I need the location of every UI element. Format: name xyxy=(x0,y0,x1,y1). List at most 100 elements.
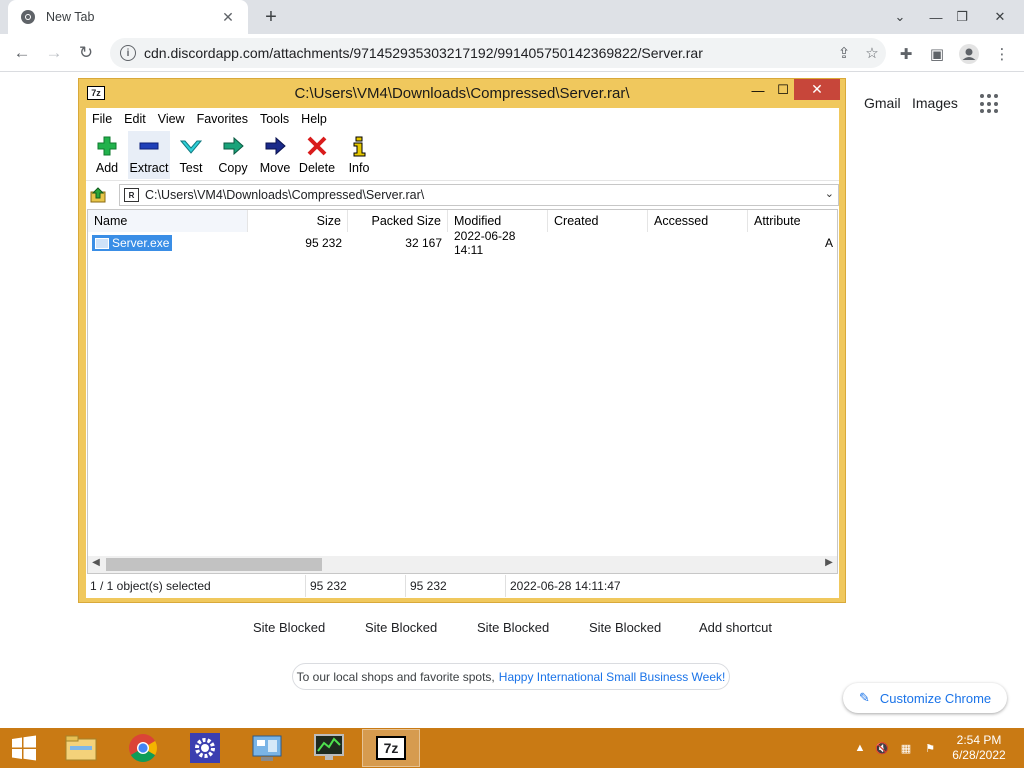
task-manager-taskbar-button[interactable] xyxy=(300,729,358,767)
file-modified: 2022-06-28 14:11 xyxy=(454,229,516,257)
close-window-button[interactable]: ✕ xyxy=(984,0,1016,34)
folder-icon xyxy=(65,735,97,761)
chrome-icon xyxy=(129,734,157,762)
site-info-icon[interactable]: i xyxy=(120,45,136,61)
file-created xyxy=(548,233,648,253)
promo-link[interactable]: Happy International Small Business Week! xyxy=(499,670,726,684)
minus-icon xyxy=(138,135,160,157)
info-button[interactable]: Info xyxy=(338,131,380,179)
file-size: 95 232 xyxy=(305,236,342,250)
tab-title: New Tab xyxy=(46,10,95,24)
scroll-left-icon[interactable]: ◀ xyxy=(88,557,104,568)
move-arrow-icon xyxy=(264,135,286,157)
sevenzip-statusbar: 1 / 1 object(s) selected 95 232 95 232 2… xyxy=(86,575,839,597)
shortcut-tile[interactable]: Site Blocked xyxy=(477,620,549,635)
column-size[interactable]: Size xyxy=(248,210,348,232)
clock-time: 2:54 PM xyxy=(956,733,1002,747)
sevenzip-file-list: Name Size Packed Size Modified Created A… xyxy=(87,209,838,574)
network-icon[interactable]: ▦ xyxy=(898,740,914,756)
menu-favorites[interactable]: Favorites xyxy=(191,112,254,126)
address-bar[interactable]: i cdn.discordapp.com/attachments/9714529… xyxy=(110,38,886,68)
restore-window-button[interactable]: ❐ xyxy=(946,0,978,34)
start-button[interactable] xyxy=(0,729,48,767)
add-shortcut-button[interactable]: Add shortcut xyxy=(699,620,772,635)
shortcut-tile[interactable]: Site Blocked xyxy=(589,620,661,635)
menu-edit[interactable]: Edit xyxy=(118,112,152,126)
copy-button[interactable]: Copy xyxy=(212,131,254,179)
promo-banner: To our local shops and favorite spots, H… xyxy=(292,663,730,690)
images-link[interactable]: Images xyxy=(912,95,958,111)
menu-view[interactable]: View xyxy=(152,112,191,126)
column-name[interactable]: Name xyxy=(88,210,248,232)
sevenzip-titlebar[interactable]: 7z C:\Users\VM4\Downloads\Compressed\Ser… xyxy=(79,79,845,109)
close-tab-icon[interactable]: ✕ xyxy=(220,9,236,25)
sevenzip-toolbar: Add Extract Test Copy Move Delete Info xyxy=(86,129,839,181)
file-row[interactable]: Server.exe 95 232 32 167 2022-06-28 14:1… xyxy=(88,229,837,257)
back-button[interactable]: ← xyxy=(8,39,36,67)
sevenzip-minimize-button[interactable]: — xyxy=(744,79,772,101)
windows-logo-icon xyxy=(12,735,36,761)
action-center-flag-icon[interactable]: ⚑ xyxy=(922,740,938,756)
shortcut-tile[interactable]: Site Blocked xyxy=(365,620,437,635)
file-attribute: A xyxy=(824,236,833,250)
horizontal-scrollbar[interactable]: ◀ ▶ xyxy=(88,556,837,573)
move-label: Move xyxy=(259,161,291,175)
file-name: Server.exe xyxy=(112,236,170,250)
customize-chrome-label: Customize Chrome xyxy=(879,690,992,706)
test-label: Test xyxy=(179,161,203,175)
plus-icon xyxy=(96,135,118,157)
browser-toolbar: ← → ↻ i cdn.discordapp.com/attachments/9… xyxy=(0,34,1024,72)
show-hidden-icons-icon[interactable]: ▲ xyxy=(852,740,868,756)
sevenzip-path-field[interactable]: R C:\Users\VM4\Downloads\Compressed\Serv… xyxy=(119,184,839,206)
file-explorer-button[interactable] xyxy=(52,729,110,767)
test-button[interactable]: Test xyxy=(170,131,212,179)
tab-strip: New Tab ✕ + ⌄ — ❐ ✕ xyxy=(0,0,1024,34)
gmail-link[interactable]: Gmail xyxy=(864,95,901,111)
address-url[interactable]: cdn.discordapp.com/attachments/971452935… xyxy=(144,45,830,61)
new-tab-button[interactable]: + xyxy=(258,4,284,30)
settings-taskbar-button[interactable] xyxy=(176,729,234,767)
menu-tools[interactable]: Tools xyxy=(254,112,295,126)
taskbar-clock[interactable]: 2:54 PM 6/28/2022 xyxy=(944,733,1014,763)
share-icon[interactable]: ⇪ xyxy=(830,44,858,62)
file-name-selected[interactable]: Server.exe xyxy=(92,235,173,251)
shortcut-tile[interactable]: Site Blocked xyxy=(253,620,325,635)
column-accessed[interactable]: Accessed xyxy=(648,210,748,232)
sevenzip-window: 7z C:\Users\VM4\Downloads\Compressed\Ser… xyxy=(78,78,846,603)
scroll-right-icon[interactable]: ▶ xyxy=(821,557,837,568)
move-button[interactable]: Move xyxy=(254,131,296,179)
sevenzip-close-button[interactable]: ✕ xyxy=(794,79,840,100)
monitor-chart-icon xyxy=(314,734,344,760)
customize-chrome-button[interactable]: ✎ Customize Chrome xyxy=(843,683,1007,713)
file-packed-size: 32 167 xyxy=(405,236,442,250)
chrome-taskbar-button[interactable] xyxy=(114,729,172,767)
tab-search-chevron-icon[interactable]: ⌄ xyxy=(884,0,916,34)
volume-muted-icon[interactable]: 🔇 xyxy=(874,740,890,756)
google-apps-icon[interactable] xyxy=(980,94,1000,114)
delete-button[interactable]: Delete xyxy=(296,131,338,179)
sevenzip-maximize-button[interactable]: ☐ xyxy=(769,79,797,101)
reload-button[interactable]: ↻ xyxy=(72,39,100,67)
folder-up-icon[interactable] xyxy=(90,186,108,204)
forward-button[interactable]: → xyxy=(40,39,68,67)
chrome-menu-icon[interactable]: ⋮ xyxy=(991,43,1013,65)
add-button[interactable]: Add xyxy=(86,131,128,179)
add-label: Add xyxy=(95,161,119,175)
extract-button[interactable]: Extract xyxy=(128,131,170,179)
menu-file[interactable]: File xyxy=(86,112,118,126)
column-created[interactable]: Created xyxy=(548,210,648,232)
tab-new-tab[interactable]: New Tab ✕ xyxy=(8,0,248,34)
scrollbar-thumb[interactable] xyxy=(106,558,322,571)
column-attribute[interactable]: Attribute xyxy=(748,210,837,232)
windows-taskbar: 7z ▲ 🔇 ▦ ⚑ xyxy=(0,728,1024,768)
menu-help[interactable]: Help xyxy=(295,112,333,126)
column-packed-size[interactable]: Packed Size xyxy=(348,210,448,232)
extensions-puzzle-icon[interactable]: ✚ xyxy=(895,43,917,65)
sevenzip-taskbar-button[interactable]: 7z xyxy=(362,729,420,767)
control-panel-taskbar-button[interactable] xyxy=(238,729,296,767)
chevron-down-icon[interactable]: ⌄ xyxy=(825,187,834,200)
control-panel-icon xyxy=(252,735,282,761)
side-panel-icon[interactable]: ▣ xyxy=(926,43,948,65)
bookmark-star-icon[interactable]: ☆ xyxy=(858,44,886,62)
profile-avatar-icon[interactable] xyxy=(958,43,980,65)
